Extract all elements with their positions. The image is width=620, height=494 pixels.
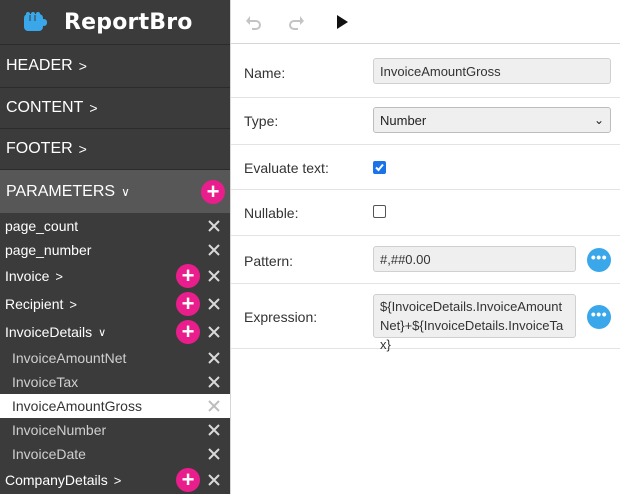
param-item-page-number[interactable]: page_number — [0, 238, 230, 262]
section-parameters-label: PARAMETERS — [6, 182, 116, 200]
chevron-right-icon: > — [55, 268, 63, 284]
add-parameter-button[interactable]: + — [201, 180, 225, 204]
param-child-invoicetax[interactable]: InvoiceTax — [0, 370, 230, 394]
param-child-invoicedate[interactable]: InvoiceDate — [0, 442, 230, 466]
prop-row-type: Type: Number ⌄ — [231, 98, 620, 145]
nullable-label: Nullable: — [244, 205, 299, 221]
param-child-invoicenumber[interactable]: InvoiceNumber — [0, 418, 230, 442]
chevron-down-icon: ∨ — [121, 184, 130, 199]
delete-icon[interactable] — [207, 473, 221, 487]
app-logo: ReportBro — [0, 0, 230, 44]
section-content[interactable]: CONTENT > — [0, 87, 230, 128]
redo-icon[interactable] — [287, 12, 307, 32]
add-field-button[interactable]: + — [176, 320, 200, 344]
nullable-checkbox[interactable] — [373, 205, 386, 218]
param-item-invoicedetails[interactable]: InvoiceDetails ∨ + — [0, 318, 230, 346]
pattern-label: Pattern: — [244, 253, 294, 269]
chevron-right-icon: > — [78, 58, 87, 74]
prop-row-name: Name: InvoiceAmountGross — [231, 44, 620, 98]
param-child-invoiceamountnet[interactable]: InvoiceAmountNet — [0, 346, 230, 370]
delete-icon[interactable] — [207, 423, 221, 437]
param-label: page_count — [5, 218, 79, 234]
app-title: ReportBro — [64, 9, 193, 35]
delete-icon[interactable] — [207, 297, 221, 311]
toolbar — [230, 0, 620, 44]
type-select[interactable]: Number ⌄ — [373, 107, 611, 133]
delete-icon[interactable] — [207, 269, 221, 283]
param-label: InvoiceAmountNet — [12, 350, 127, 366]
delete-icon[interactable] — [207, 447, 221, 461]
param-item-companydetails[interactable]: CompanyDetails > + — [0, 466, 230, 494]
delete-icon[interactable] — [207, 325, 221, 339]
param-label: Invoice — [5, 268, 50, 284]
section-footer[interactable]: FOOTER > — [0, 128, 230, 169]
name-input[interactable]: InvoiceAmountGross — [373, 58, 611, 84]
section-header-label: HEADER — [6, 57, 73, 74]
add-field-button[interactable]: + — [176, 468, 200, 492]
chevron-right-icon: > — [78, 141, 87, 157]
prop-row-nullable: Nullable: — [231, 190, 620, 236]
chevron-right-icon: > — [69, 296, 77, 312]
pattern-input[interactable]: #,##0.00 — [373, 246, 576, 272]
param-label: Recipient — [5, 296, 64, 312]
play-icon[interactable] — [332, 12, 352, 32]
add-field-button[interactable]: + — [176, 292, 200, 316]
undo-icon[interactable] — [243, 12, 263, 32]
pattern-options-button[interactable]: ••• — [587, 248, 611, 272]
chevron-down-icon: ∨ — [98, 326, 107, 339]
evaluate-checkbox[interactable] — [373, 161, 386, 174]
expression-label: Expression: — [244, 309, 318, 325]
delete-icon[interactable] — [207, 399, 221, 413]
delete-icon[interactable] — [207, 375, 221, 389]
prop-row-expression: Expression: ${InvoiceDetails.InvoiceAmou… — [231, 284, 620, 352]
add-field-button[interactable]: + — [176, 264, 200, 288]
param-label: InvoiceDetails — [5, 324, 93, 340]
type-label: Type: — [244, 113, 279, 129]
section-content-label: CONTENT — [6, 99, 84, 116]
chevron-right-icon: > — [113, 472, 122, 488]
delete-icon[interactable] — [207, 351, 221, 365]
evaluate-label: Evaluate text: — [244, 160, 329, 176]
fist-logo-icon — [24, 12, 47, 31]
delete-icon[interactable] — [207, 243, 221, 257]
delete-icon[interactable] — [207, 219, 221, 233]
param-label: InvoiceTax — [12, 374, 79, 390]
section-parameters[interactable]: PARAMETERS ∨ + — [0, 169, 230, 213]
param-label: InvoiceAmountGross — [12, 398, 142, 414]
param-item-invoice[interactable]: Invoice > + — [0, 262, 230, 290]
param-child-invoiceamountgross[interactable]: InvoiceAmountGross — [0, 394, 230, 418]
type-select-value: Number — [380, 113, 427, 128]
param-label: InvoiceNumber — [12, 422, 107, 438]
prop-row-pattern: Pattern: #,##0.00 ••• — [231, 236, 620, 284]
param-label: CompanyDetails — [5, 472, 108, 488]
section-footer-label: FOOTER — [6, 140, 73, 157]
expression-options-button[interactable]: ••• — [587, 305, 611, 329]
expression-input[interactable]: ${InvoiceDetails.InvoiceAmountNet}+${Inv… — [373, 294, 576, 352]
chevron-right-icon: > — [89, 100, 98, 116]
sidebar: ReportBro HEADER > CONTENT > FOOTER > PA… — [0, 0, 230, 494]
param-item-page-count[interactable]: page_count — [0, 214, 230, 238]
prop-row-evaluate: Evaluate text: — [231, 145, 620, 190]
name-label: Name: — [244, 65, 286, 81]
property-panel: Name: InvoiceAmountGross Type: Number ⌄ … — [230, 44, 620, 494]
param-label: page_number — [5, 242, 92, 258]
param-label: InvoiceDate — [12, 446, 86, 462]
param-item-recipient[interactable]: Recipient > + — [0, 290, 230, 318]
section-header[interactable]: HEADER > — [0, 44, 230, 87]
chevron-down-icon: ⌄ — [593, 113, 604, 127]
